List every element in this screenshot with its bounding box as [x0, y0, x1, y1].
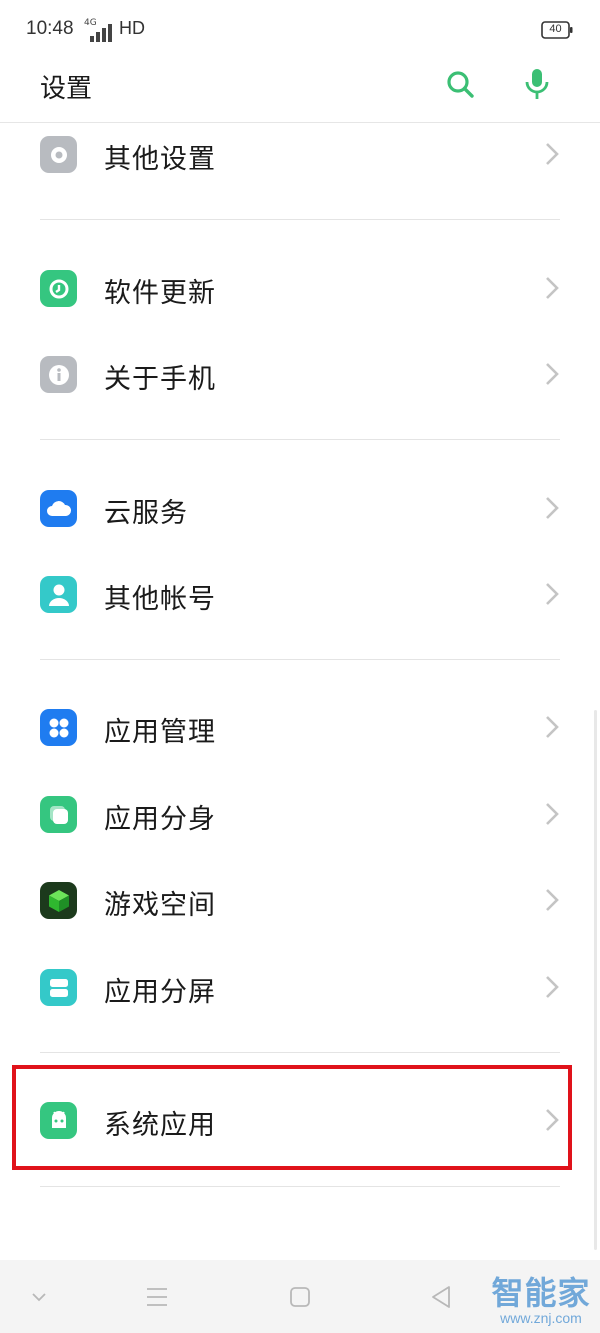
divider [40, 1052, 560, 1053]
home-icon [290, 1287, 310, 1307]
divider [40, 659, 560, 660]
chevron-right-icon [546, 497, 559, 519]
watermark-logo: 智能家 www.znj.com [488, 1268, 594, 1326]
scrollbar[interactable] [594, 710, 597, 1250]
divider [40, 439, 560, 440]
menu-item-label: 应用管理 [104, 717, 216, 748]
network-indicator: 4G HD [84, 18, 145, 42]
menu-icon [147, 1288, 167, 1306]
info-icon [40, 356, 77, 393]
menu-item-app-clone[interactable]: 应用分身 [0, 774, 600, 854]
collapse-button[interactable] [22, 1282, 56, 1312]
menu-item-label: 软件更新 [104, 278, 216, 309]
back-button[interactable] [424, 1282, 458, 1312]
chevron-right-icon [546, 976, 559, 998]
menu-item-about-phone[interactable]: 关于手机 [0, 334, 600, 414]
status-time: 10:48 [26, 18, 74, 39]
divider [40, 1186, 560, 1187]
chevron-right-icon [546, 889, 559, 911]
menu-item-other-accounts[interactable]: 其他帐号 [0, 554, 600, 634]
menu-item-label: 应用分屏 [104, 977, 216, 1008]
back-icon [432, 1286, 450, 1308]
menu-item-app-management[interactable]: 应用管理 [0, 687, 600, 767]
watermark-site: www.znj.com [500, 1310, 582, 1326]
menu-item-label: 关于手机 [104, 364, 216, 395]
chevron-right-icon [546, 143, 559, 165]
status-bar: 10:48 4G HD 40 [0, 0, 600, 60]
menu-item-label: 其他帐号 [104, 584, 216, 615]
cloud-icon [40, 490, 77, 527]
menu-item-label: 云服务 [104, 498, 188, 529]
apps-icon [40, 709, 77, 746]
page-title: 设置 [40, 74, 93, 104]
chevron-right-icon [546, 583, 559, 605]
mic-icon [525, 69, 549, 99]
menu-item-software-update[interactable]: 软件更新 [0, 248, 600, 328]
home-button[interactable] [283, 1282, 317, 1312]
hd-indicator: HD [119, 18, 145, 38]
menu-item-label: 其他设置 [104, 144, 216, 175]
user-icon [40, 576, 77, 613]
menu-button[interactable] [140, 1282, 174, 1312]
chevron-right-icon [546, 277, 559, 299]
highlight-box [12, 1065, 572, 1170]
game-cube-icon [40, 882, 77, 919]
menu-item-split-screen[interactable]: 应用分屏 [0, 947, 600, 1027]
battery-level: 40 [549, 23, 562, 35]
signal-icon [90, 24, 112, 42]
update-icon [40, 270, 77, 307]
chevron-right-icon [546, 716, 559, 738]
chevron-right-icon [546, 363, 559, 385]
battery-icon: 40 [541, 21, 573, 39]
voice-search-button[interactable] [517, 64, 557, 104]
search-button[interactable] [440, 64, 480, 104]
gear-icon [40, 136, 77, 173]
menu-item-label: 应用分身 [104, 804, 216, 835]
divider [40, 219, 560, 220]
watermark-brand: 智能家 [491, 1274, 591, 1312]
menu-item-other-settings[interactable]: 其他设置 [0, 114, 600, 194]
chevron-down-icon [32, 1293, 46, 1302]
split-screen-icon [40, 969, 77, 1006]
clone-icon [40, 796, 77, 833]
chevron-right-icon [546, 803, 559, 825]
menu-item-game-space[interactable]: 游戏空间 [0, 860, 600, 940]
menu-item-label: 游戏空间 [104, 890, 216, 921]
menu-item-cloud-service[interactable]: 云服务 [0, 468, 600, 548]
search-icon [447, 71, 474, 98]
